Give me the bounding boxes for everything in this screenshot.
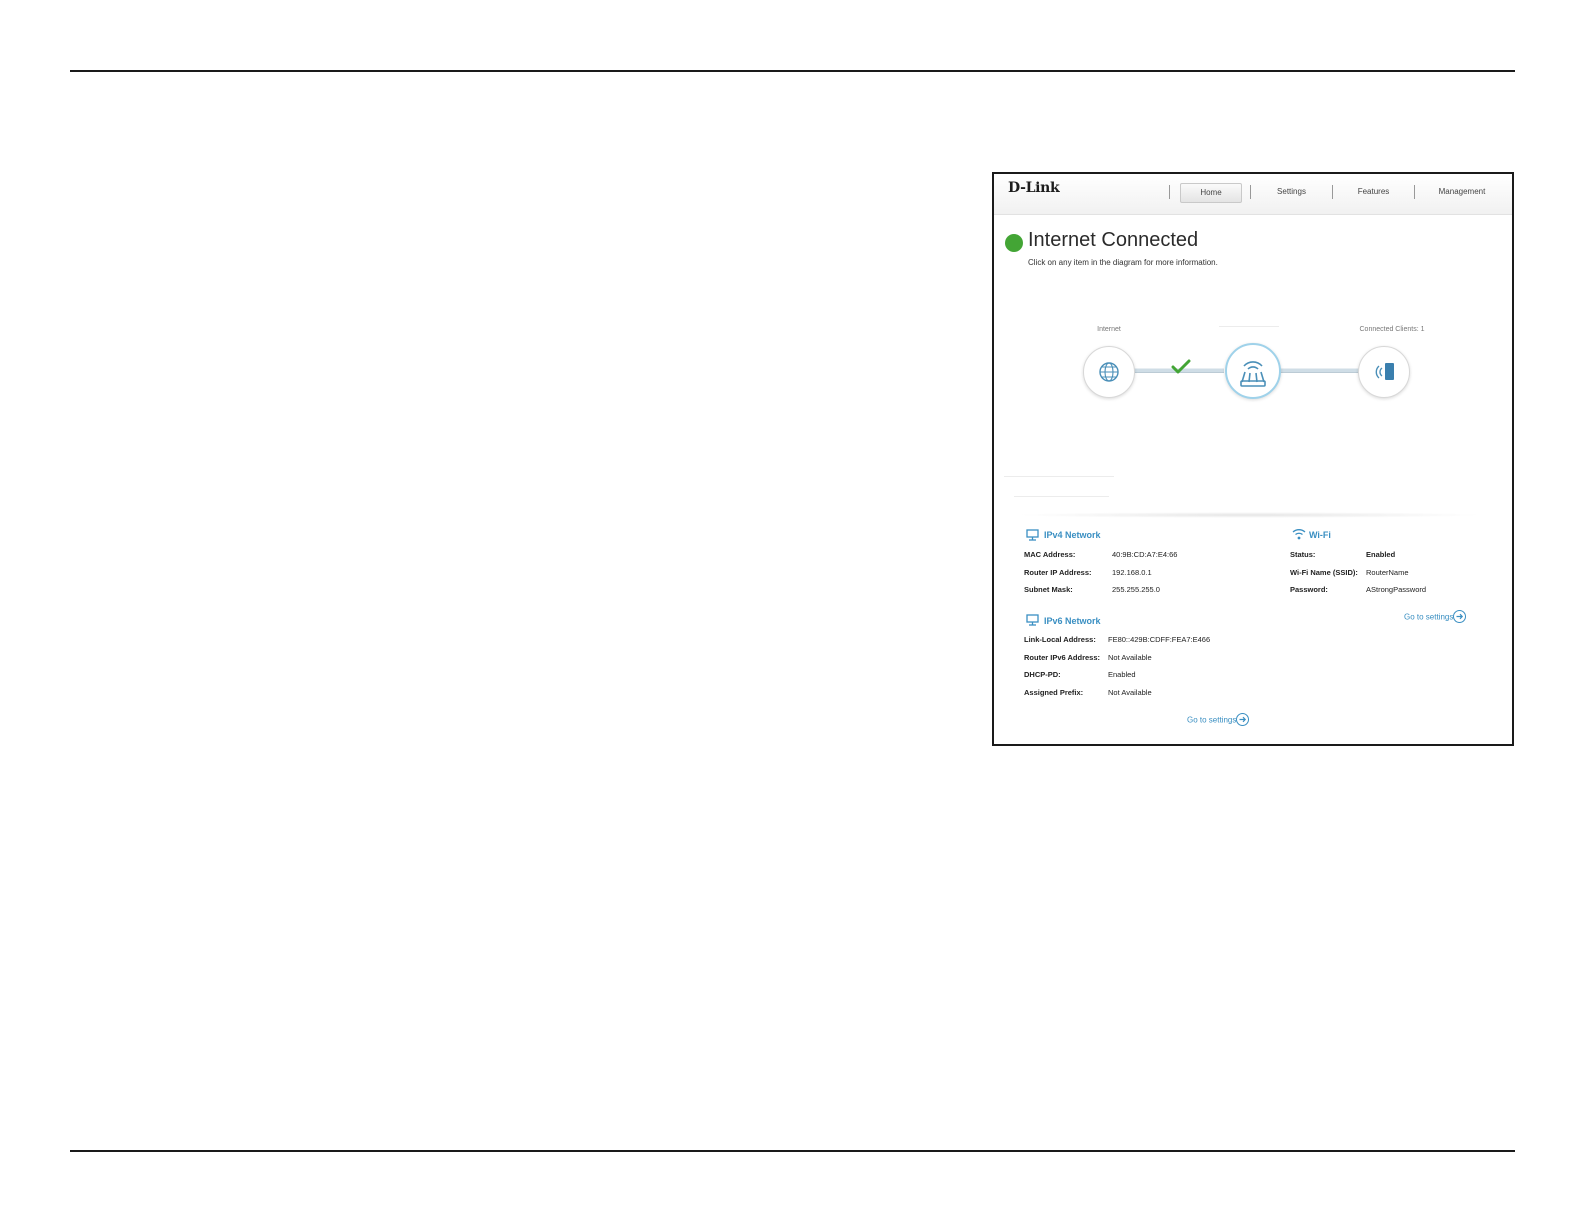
top-header: D-Link Home Settings Features Management (994, 174, 1512, 215)
ipv4-section-title: IPv4 Network (1044, 530, 1101, 540)
router-label-placeholder (1219, 326, 1279, 327)
faint-text-line (1004, 476, 1114, 477)
wifi-password-label: Password: (1290, 585, 1328, 594)
assigned-prefix-value: Not Available (1108, 688, 1152, 697)
page-subtitle: Click on any item in the diagram for mor… (1028, 258, 1218, 267)
monitor-icon (1026, 529, 1039, 541)
page-bottom-rule (70, 1150, 1515, 1152)
nav-separator (1250, 185, 1251, 199)
connected-clients-label: Connected Clients: 1 (1359, 326, 1425, 333)
go-to-settings-text: Go to settings (1187, 715, 1237, 725)
nav-settings[interactable]: Settings (1264, 183, 1319, 201)
wifi-ssid-value: RouterName (1366, 568, 1409, 577)
link-local-label: Link-Local Address: (1024, 635, 1096, 644)
page-top-rule (70, 70, 1515, 72)
router-ipv6-label: Router IPv6 Address: (1024, 653, 1100, 662)
connection-status-dot (1005, 234, 1023, 252)
wifi-password-value: AStrongPassword (1366, 585, 1427, 594)
router-ip-value: 192.168.0.1 (1112, 568, 1152, 577)
wifi-icon (1292, 529, 1306, 540)
faint-text-line (1014, 496, 1109, 497)
main-nav: Home Settings Features Management (994, 174, 1512, 214)
router-screenshot: D-Link Home Settings Features Management… (992, 172, 1514, 746)
mac-address-value: 40:9B:CD:A7:E4:66 (1112, 550, 1178, 559)
nav-separator (1169, 185, 1170, 199)
clients-node[interactable] (1358, 346, 1410, 398)
arrow-right-circle-icon (1236, 713, 1250, 726)
router-icon (1240, 361, 1266, 387)
nav-separator (1414, 185, 1415, 199)
arrow-right-circle-icon (1453, 610, 1467, 623)
subnet-mask-value: 255.255.255.0 (1112, 585, 1160, 594)
client-device-icon (1375, 363, 1394, 380)
section-divider (1014, 512, 1484, 518)
dhcp-pd-label: DHCP-PD: (1024, 670, 1061, 679)
wifi-section-title: Wi-Fi (1309, 530, 1331, 540)
client-link-line (1278, 368, 1362, 373)
monitor-icon (1026, 614, 1039, 626)
router-node[interactable] (1225, 343, 1281, 399)
nav-home[interactable]: Home (1180, 183, 1242, 203)
router-ip-label: Router IP Address: (1024, 568, 1092, 577)
subnet-mask-label: Subnet Mask: (1024, 585, 1073, 594)
nav-separator (1332, 185, 1333, 199)
page-title: Internet Connected (1028, 229, 1199, 251)
router-ipv6-value: Not Available (1108, 653, 1152, 662)
mac-address-label: MAC Address: (1024, 550, 1076, 559)
assigned-prefix-label: Assigned Prefix: (1024, 688, 1084, 697)
nav-features[interactable]: Features (1346, 183, 1401, 201)
wifi-ssid-label: Wi-Fi Name (SSID): (1290, 568, 1358, 577)
wifi-go-to-settings-link[interactable]: Go to settings (1404, 610, 1467, 624)
ipv6-go-to-settings-link[interactable]: Go to settings (1187, 713, 1250, 727)
check-icon (1171, 359, 1191, 374)
wifi-status-value: Enabled (1366, 550, 1396, 559)
internet-label: Internet (1097, 326, 1121, 333)
nav-management[interactable]: Management (1426, 183, 1498, 201)
link-local-value: FE80::429B:CDFF:FEA7:E466 (1108, 635, 1211, 644)
dhcp-pd-value: Enabled (1108, 670, 1136, 679)
go-to-settings-text: Go to settings (1404, 612, 1454, 622)
wifi-status-label: Status: (1290, 550, 1316, 559)
globe-icon (1099, 362, 1119, 382)
ipv6-section-title: IPv6 Network (1044, 616, 1101, 626)
internet-node[interactable] (1083, 346, 1135, 398)
